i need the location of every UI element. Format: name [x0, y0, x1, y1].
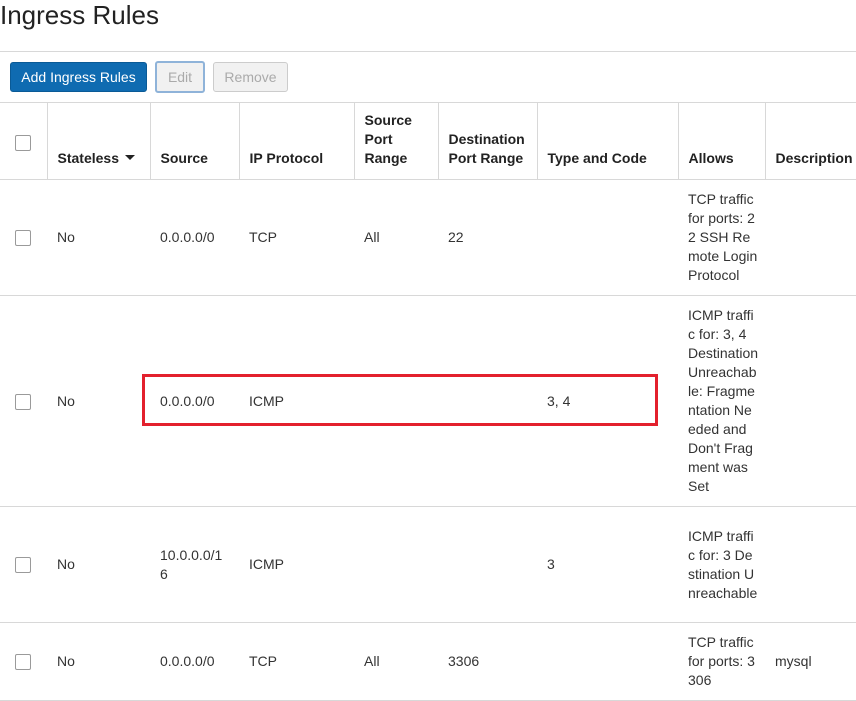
table-row: No 0.0.0.0/0 TCP All 3306 TCP traffic fo… [0, 622, 856, 701]
column-header-stateless-label: Stateless [57, 150, 119, 166]
column-header-stateless[interactable]: Stateless [46, 102, 150, 180]
cell-description [765, 179, 856, 296]
select-all-cell [0, 102, 47, 180]
cell-source-port-range [354, 506, 438, 623]
cell-description [765, 506, 856, 623]
cell-destination-port-range [438, 506, 537, 623]
cell-ip-protocol: TCP [239, 622, 354, 701]
cell-stateless: No [47, 295, 150, 507]
row-checkbox[interactable] [15, 230, 31, 247]
title-divider [0, 51, 856, 52]
cell-source-port-range [354, 295, 438, 507]
cell-allows: TCP traffic for ports: 22 SSH Remote Log… [678, 179, 765, 296]
cell-allows: ICMP traffic for: 3 Destination Unreacha… [678, 506, 765, 623]
cell-source-port-range: All [354, 622, 438, 701]
cell-destination-port-range [438, 295, 537, 507]
cell-stateless: No [47, 622, 150, 701]
edit-button[interactable]: Edit [155, 61, 205, 93]
table-header-row: Stateless Source IP Protocol Source Port… [0, 102, 856, 180]
ingress-rules-table-container: Stateless Source IP Protocol Source Port… [0, 102, 856, 701]
column-header-description: Description [764, 102, 856, 180]
cell-type-and-code [537, 622, 678, 701]
row-checkbox[interactable] [15, 654, 31, 671]
cell-description: mysql [765, 622, 856, 701]
cell-type-and-code: 3 [537, 506, 678, 623]
column-header-source-port-range: Source Port Range [353, 102, 438, 180]
cell-description [765, 295, 856, 507]
cell-ip-protocol: TCP [239, 179, 354, 296]
column-header-source: Source [149, 102, 239, 180]
row-checkbox[interactable] [15, 557, 31, 574]
table-row: No 0.0.0.0/0 ICMP 3, 4 ICMP traffic for:… [0, 295, 856, 507]
cell-source-port-range: All [354, 179, 438, 296]
table-row: No 10.0.0.0/16 ICMP 3 ICMP traffic for: … [0, 506, 856, 623]
cell-allows: ICMP traffic for: 3, 4 Destination Unrea… [678, 295, 765, 507]
row-select-cell [0, 295, 47, 507]
cell-source: 10.0.0.0/16 [150, 506, 239, 623]
cell-ip-protocol: ICMP [239, 295, 354, 507]
column-header-type-and-code: Type and Code [536, 102, 678, 180]
table-row: No 0.0.0.0/0 TCP All 22 TCP traffic for … [0, 179, 856, 296]
cell-stateless: No [47, 179, 150, 296]
row-checkbox[interactable] [15, 393, 31, 410]
remove-button[interactable]: Remove [213, 62, 288, 92]
cell-destination-port-range: 3306 [438, 622, 537, 701]
cell-source: 0.0.0.0/0 [150, 622, 239, 701]
cell-source: 0.0.0.0/0 [150, 179, 239, 296]
page-title: Ingress Rules [0, 0, 159, 30]
row-select-cell [0, 622, 47, 701]
cell-destination-port-range: 22 [438, 179, 537, 296]
column-header-destination-port-range: Destination Port Range [437, 102, 537, 180]
add-ingress-rules-button[interactable]: Add Ingress Rules [10, 62, 147, 92]
column-header-allows: Allows [677, 102, 765, 180]
cell-type-and-code [537, 179, 678, 296]
cell-ip-protocol: ICMP [239, 506, 354, 623]
cell-allows: TCP traffic for ports: 3306 [678, 622, 765, 701]
sort-descending-icon [124, 154, 135, 160]
select-all-checkbox[interactable] [15, 135, 31, 152]
ingress-rules-table: Stateless Source IP Protocol Source Port… [0, 102, 856, 701]
cell-type-and-code: 3, 4 [537, 295, 678, 507]
cell-stateless: No [47, 506, 150, 623]
column-header-ip-protocol: IP Protocol [238, 102, 354, 180]
row-select-cell [0, 179, 47, 296]
cell-source: 0.0.0.0/0 [150, 295, 239, 507]
row-select-cell [0, 506, 47, 623]
